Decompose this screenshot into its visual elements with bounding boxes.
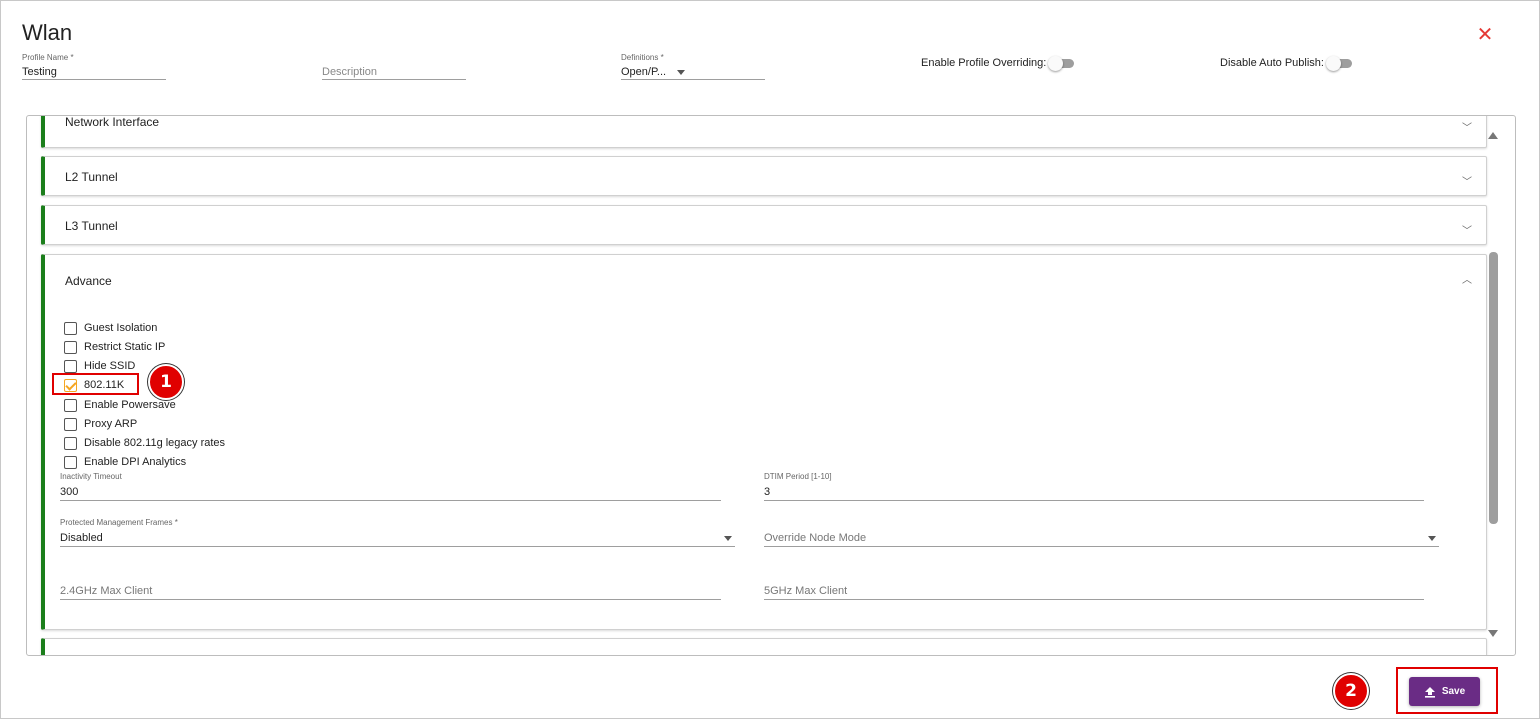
max-client-5ghz-input[interactable]: 5GHz Max Client <box>764 582 1424 600</box>
definitions-select[interactable]: Definitions * Open/P... <box>621 53 765 80</box>
dtim-period-field[interactable]: DTIM Period [1-10] 3 <box>764 472 1424 501</box>
chevron-down-icon <box>677 69 686 75</box>
wlan-dialog: Wlan ✕ Profile Name * Testing Descriptio… <box>0 0 1540 719</box>
save-button[interactable]: Save <box>1409 677 1480 706</box>
accordion-next-section[interactable] <box>41 638 1487 655</box>
definitions-value: Open/P... <box>621 66 667 78</box>
protected-mgmt-frames-value: Disabled <box>60 532 103 544</box>
accordion-network-interface[interactable]: Network Interface ﹀ <box>41 115 1487 148</box>
inactivity-timeout-input[interactable]: 300 <box>60 483 721 501</box>
chevron-down-icon <box>1428 536 1436 541</box>
checkbox[interactable] <box>64 455 77 469</box>
accordion-advance-title[interactable]: Advance <box>65 274 112 288</box>
chevron-down-icon: ﹀ <box>1462 226 1472 237</box>
enable-profile-overriding-label: Enable Profile Overriding: <box>921 57 1047 69</box>
chevron-down-icon: ﹀ <box>1462 123 1472 134</box>
scroll-down-arrow[interactable] <box>1488 630 1498 637</box>
enable-profile-overriding-toggle[interactable] <box>1048 56 1076 71</box>
scrollbar-thumb[interactable] <box>1489 252 1498 524</box>
inactivity-timeout-label: Inactivity Timeout <box>60 472 122 481</box>
accordion-network-interface-title: Network Interface <box>65 115 160 129</box>
checkbox[interactable] <box>64 359 77 373</box>
upload-icon <box>1424 686 1435 698</box>
enable-profile-overriding-toggle-row: Enable Profile Overriding: <box>921 56 1076 71</box>
accordion-l3-tunnel[interactable]: L3 Tunnel ﹀ <box>41 205 1487 245</box>
step-badge-1: 1 <box>148 364 184 400</box>
checkbox[interactable] <box>64 417 77 431</box>
disable-auto-publish-toggle-row: Disable Auto Publish: <box>1220 56 1354 71</box>
accordion-l2-tunnel-title: L2 Tunnel <box>65 170 118 184</box>
description-input[interactable]: Description <box>322 64 466 80</box>
close-icon[interactable]: ✕ <box>1475 25 1495 45</box>
inactivity-timeout-field[interactable]: Inactivity Timeout 300 <box>60 472 721 501</box>
dtim-period-label: DTIM Period [1-10] <box>764 472 832 481</box>
protected-mgmt-frames-label: Protected Management Frames * <box>60 518 178 527</box>
chevron-down-icon: ﹀ <box>1462 177 1472 188</box>
checkbox-enable-dpi-analytics[interactable]: Enable DPI Analytics <box>64 453 186 471</box>
accordion-l3-tunnel-title: L3 Tunnel <box>65 219 118 233</box>
description-field[interactable]: Description <box>322 53 466 80</box>
checkbox[interactable] <box>64 321 77 335</box>
accordion-panel: Network Interface ﹀ L2 Tunnel ﹀ L3 Tunne… <box>26 115 1516 656</box>
accordion-advance: Advance ︿ Guest Isolation Restrict Stati… <box>41 254 1487 630</box>
chevron-down-icon <box>724 536 732 541</box>
max-client-24ghz-field[interactable]: 2.4GHz Max Client <box>60 571 721 600</box>
checkbox[interactable] <box>64 436 77 450</box>
accordion-l2-tunnel[interactable]: L2 Tunnel ﹀ <box>41 156 1487 196</box>
max-client-5ghz-field[interactable]: 5GHz Max Client <box>764 571 1424 600</box>
max-client-24ghz-input[interactable]: 2.4GHz Max Client <box>60 582 721 600</box>
save-label: Save <box>1441 686 1466 697</box>
profile-name-label: Profile Name * <box>22 53 74 62</box>
checkbox-disable-legacy-rates[interactable]: Disable 802.11g legacy rates <box>64 434 225 452</box>
profile-name-input[interactable]: Testing <box>22 64 166 80</box>
override-node-mode-select[interactable]: Override Node Mode <box>764 518 1439 547</box>
scroll-up-arrow[interactable] <box>1488 132 1498 139</box>
checkbox[interactable] <box>64 340 77 354</box>
profile-name-field[interactable]: Profile Name * Testing <box>22 53 166 80</box>
override-node-mode-placeholder: Override Node Mode <box>764 532 867 544</box>
checkbox-guest-isolation[interactable]: Guest Isolation <box>64 319 157 337</box>
dialog-title: Wlan <box>22 20 73 45</box>
disable-auto-publish-toggle[interactable] <box>1325 56 1354 71</box>
highlight-box-80211k <box>52 373 139 395</box>
checkbox[interactable] <box>64 398 77 412</box>
checkbox-restrict-static-ip[interactable]: Restrict Static IP <box>64 338 165 356</box>
protected-mgmt-frames-select[interactable]: Protected Management Frames * Disabled <box>60 518 735 547</box>
disable-auto-publish-label: Disable Auto Publish: <box>1220 57 1324 69</box>
step-badge-2: 2 <box>1333 673 1369 709</box>
definitions-label: Definitions * <box>621 53 664 62</box>
checkbox-proxy-arp[interactable]: Proxy ARP <box>64 415 137 433</box>
dtim-period-input[interactable]: 3 <box>764 483 1424 501</box>
chevron-up-icon[interactable]: ︿ <box>1462 271 1472 286</box>
